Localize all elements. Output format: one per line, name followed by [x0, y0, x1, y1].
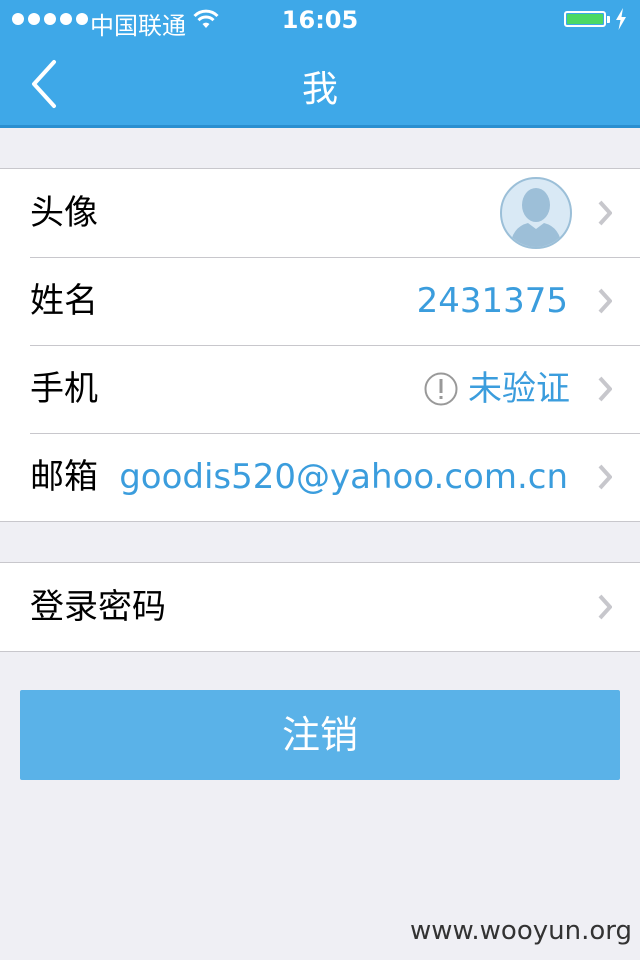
chevron-right-icon	[598, 288, 612, 314]
profile-group: 头像 姓名 2431375 手机 未验证 邮箱 goodis520@yahoo.…	[0, 168, 640, 522]
phone-label: 手机	[30, 369, 98, 409]
security-group: 登录密码	[0, 562, 640, 652]
name-row[interactable]: 姓名 2431375	[0, 257, 640, 345]
battery-icon	[564, 11, 606, 27]
email-row[interactable]: 邮箱 goodis520@yahoo.com.cn	[0, 433, 640, 521]
name-label: 姓名	[30, 281, 98, 321]
email-label: 邮箱	[30, 457, 98, 497]
logout-button[interactable]: 注销	[20, 690, 620, 780]
name-value: 2431375	[416, 281, 568, 321]
password-row[interactable]: 登录密码	[0, 563, 640, 651]
password-label: 登录密码	[30, 587, 166, 627]
warning-icon	[424, 372, 458, 406]
status-time: 16:05	[281, 6, 359, 34]
page-title: 我	[301, 69, 338, 110]
status-bar: 中国联通 16:05	[0, 0, 640, 40]
avatar[interactable]	[500, 177, 572, 249]
chevron-right-icon	[598, 200, 612, 226]
charging-icon	[616, 8, 626, 30]
nav-bar: 中国联通 16:05 我	[0, 0, 640, 128]
phone-status: 未验证	[468, 369, 570, 409]
chevron-right-icon	[598, 464, 612, 490]
phone-row[interactable]: 手机 未验证	[0, 345, 640, 433]
watermark: www.wooyun.org	[409, 916, 632, 946]
chevron-right-icon	[598, 376, 612, 402]
battery-tip	[607, 16, 610, 23]
email-value: goodis520@yahoo.com.cn	[119, 457, 568, 497]
chevron-right-icon	[598, 594, 612, 620]
avatar-row[interactable]: 头像	[0, 169, 640, 257]
avatar-label: 头像	[30, 193, 98, 233]
user-silhouette-icon	[510, 188, 562, 247]
